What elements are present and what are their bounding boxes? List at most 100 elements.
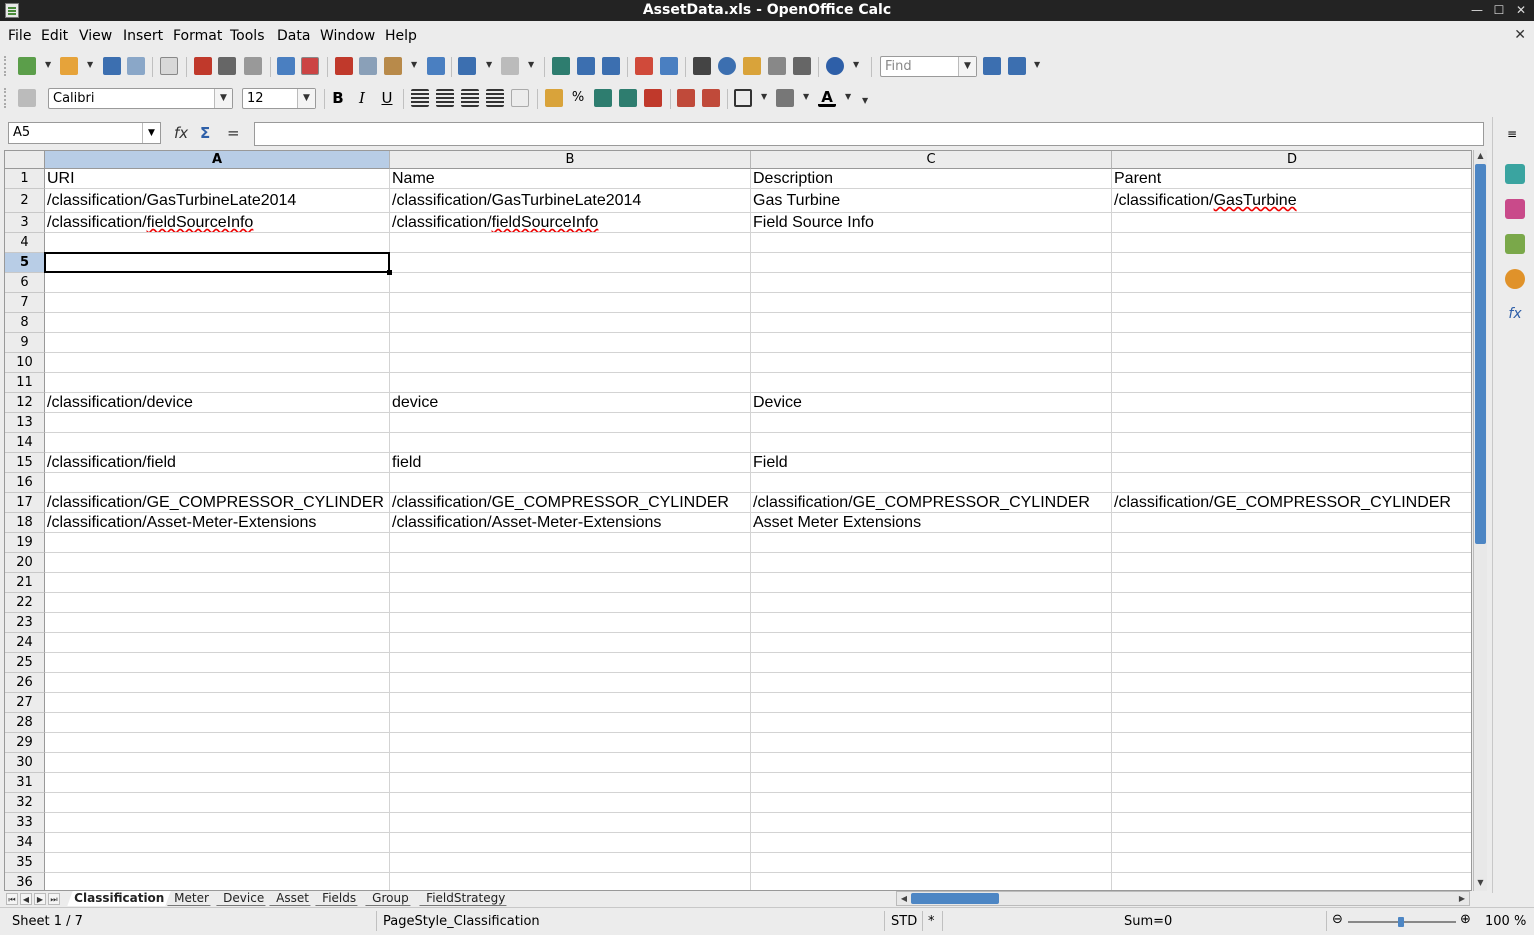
- row-header-11[interactable]: 11: [5, 373, 45, 393]
- cell-b30[interactable]: [390, 753, 751, 773]
- row-header-32[interactable]: 32: [5, 793, 45, 813]
- cell-c32[interactable]: [751, 793, 1112, 813]
- cell-b35[interactable]: [390, 853, 751, 873]
- zoom-level[interactable]: 100 %: [1485, 914, 1526, 929]
- styles-icon[interactable]: [1505, 199, 1525, 219]
- spellcheck-icon[interactable]: [277, 57, 295, 75]
- cell-b22[interactable]: [390, 593, 751, 613]
- cell-b2[interactable]: /classification/GasTurbineLate2014: [390, 189, 751, 213]
- functions-sidebar-icon[interactable]: fx: [1505, 304, 1525, 324]
- cell-a21[interactable]: [45, 573, 390, 593]
- cell-a11[interactable]: [45, 373, 390, 393]
- cell-b3[interactable]: /classification/fieldSourceInfo: [390, 213, 751, 233]
- cell-a25[interactable]: [45, 653, 390, 673]
- column-header-a[interactable]: A: [45, 151, 390, 169]
- cell-b17[interactable]: /classification/GE_COMPRESSOR_CYLINDER: [390, 493, 751, 513]
- sort-ascending-icon[interactable]: [577, 57, 595, 75]
- sheet-tab-device[interactable]: Device: [216, 891, 271, 906]
- row-header-30[interactable]: 30: [5, 753, 45, 773]
- cell-b6[interactable]: [390, 273, 751, 293]
- help-icon[interactable]: [826, 57, 844, 75]
- cell-a36[interactable]: [45, 873, 390, 890]
- column-header-b[interactable]: B: [390, 151, 751, 169]
- print-preview-icon[interactable]: [244, 57, 262, 75]
- cell-d16[interactable]: [1112, 473, 1471, 493]
- cell-a8[interactable]: [45, 313, 390, 333]
- cell-a30[interactable]: [45, 753, 390, 773]
- close-document-icon[interactable]: ✕: [1514, 27, 1526, 43]
- cell-d5[interactable]: [1112, 253, 1471, 273]
- cell-a20[interactable]: [45, 553, 390, 573]
- open-dropdown-icon[interactable]: ▼: [87, 60, 93, 69]
- row-header-21[interactable]: 21: [5, 573, 45, 593]
- borders-dropdown-icon[interactable]: ▼: [761, 92, 767, 101]
- sheet-tab-fieldstrategy[interactable]: FieldStrategy: [419, 891, 512, 906]
- column-header-d[interactable]: D: [1112, 151, 1471, 169]
- scroll-left-icon[interactable]: ◀: [898, 892, 910, 905]
- navigator-icon[interactable]: [718, 57, 736, 75]
- find-options-icon[interactable]: ▼: [1034, 60, 1040, 69]
- background-color-icon[interactable]: [776, 89, 794, 107]
- cell-b31[interactable]: [390, 773, 751, 793]
- next-sheet-icon[interactable]: ▶: [34, 893, 46, 905]
- menu-file[interactable]: File: [8, 28, 31, 44]
- row-header-16[interactable]: 16: [5, 473, 45, 493]
- cell-c17[interactable]: /classification/GE_COMPRESSOR_CYLINDER: [751, 493, 1112, 513]
- zoom-slider-knob[interactable]: [1398, 917, 1404, 927]
- row-header-13[interactable]: 13: [5, 413, 45, 433]
- menu-view[interactable]: View: [79, 28, 112, 44]
- row-header-26[interactable]: 26: [5, 673, 45, 693]
- row-header-7[interactable]: 7: [5, 293, 45, 313]
- row-header-4[interactable]: 4: [5, 233, 45, 253]
- cell-a17[interactable]: /classification/GE_COMPRESSOR_CYLINDER: [45, 493, 390, 513]
- cell-a9[interactable]: [45, 333, 390, 353]
- gallery-sidebar-icon[interactable]: [1505, 234, 1525, 254]
- draw-functions-icon[interactable]: [660, 57, 678, 75]
- cell-b10[interactable]: [390, 353, 751, 373]
- cell-d19[interactable]: [1112, 533, 1471, 553]
- cell-b16[interactable]: [390, 473, 751, 493]
- cell-b20[interactable]: [390, 553, 751, 573]
- cell-c10[interactable]: [751, 353, 1112, 373]
- cell-a31[interactable]: [45, 773, 390, 793]
- row-header-33[interactable]: 33: [5, 813, 45, 833]
- cell-a2[interactable]: /classification/GasTurbineLate2014: [45, 189, 390, 213]
- cell-d9[interactable]: [1112, 333, 1471, 353]
- close-icon[interactable]: ✕: [1513, 2, 1529, 18]
- cell-d30[interactable]: [1112, 753, 1471, 773]
- cell-c6[interactable]: [751, 273, 1112, 293]
- toolbar-options-icon[interactable]: ▼: [853, 60, 859, 69]
- scroll-down-icon[interactable]: ▼: [1474, 878, 1487, 890]
- open-folder-icon[interactable]: [60, 57, 78, 75]
- print-icon[interactable]: [218, 57, 236, 75]
- menu-help[interactable]: Help: [385, 28, 417, 44]
- zoom-slider[interactable]: [1348, 917, 1456, 927]
- cell-c29[interactable]: [751, 733, 1112, 753]
- cell-b15[interactable]: field: [390, 453, 751, 473]
- cell-d31[interactable]: [1112, 773, 1471, 793]
- cell-d28[interactable]: [1112, 713, 1471, 733]
- cell-d4[interactable]: [1112, 233, 1471, 253]
- cell-c15[interactable]: Field: [751, 453, 1112, 473]
- cell-d23[interactable]: [1112, 613, 1471, 633]
- zoom-icon[interactable]: [793, 57, 811, 75]
- cell-d1[interactable]: Parent: [1112, 169, 1471, 189]
- justify-icon[interactable]: [486, 89, 504, 107]
- cell-d22[interactable]: [1112, 593, 1471, 613]
- cell-a15[interactable]: /classification/field: [45, 453, 390, 473]
- cell-b25[interactable]: [390, 653, 751, 673]
- cell-a28[interactable]: [45, 713, 390, 733]
- export-pdf-icon[interactable]: [194, 57, 212, 75]
- cell-a18[interactable]: /classification/Asset-Meter-Extensions: [45, 513, 390, 533]
- row-header-12[interactable]: 12: [5, 393, 45, 413]
- sidebar-menu-icon[interactable]: ≡: [1507, 127, 1517, 141]
- maximize-icon[interactable]: ☐: [1491, 2, 1507, 18]
- menu-format[interactable]: Format: [173, 28, 222, 44]
- toolbar-grip[interactable]: [4, 88, 8, 108]
- row-header-24[interactable]: 24: [5, 633, 45, 653]
- bold-icon[interactable]: B: [329, 89, 347, 107]
- cell-c18[interactable]: Asset Meter Extensions: [751, 513, 1112, 533]
- cell-b19[interactable]: [390, 533, 751, 553]
- cell-c25[interactable]: [751, 653, 1112, 673]
- row-header-8[interactable]: 8: [5, 313, 45, 333]
